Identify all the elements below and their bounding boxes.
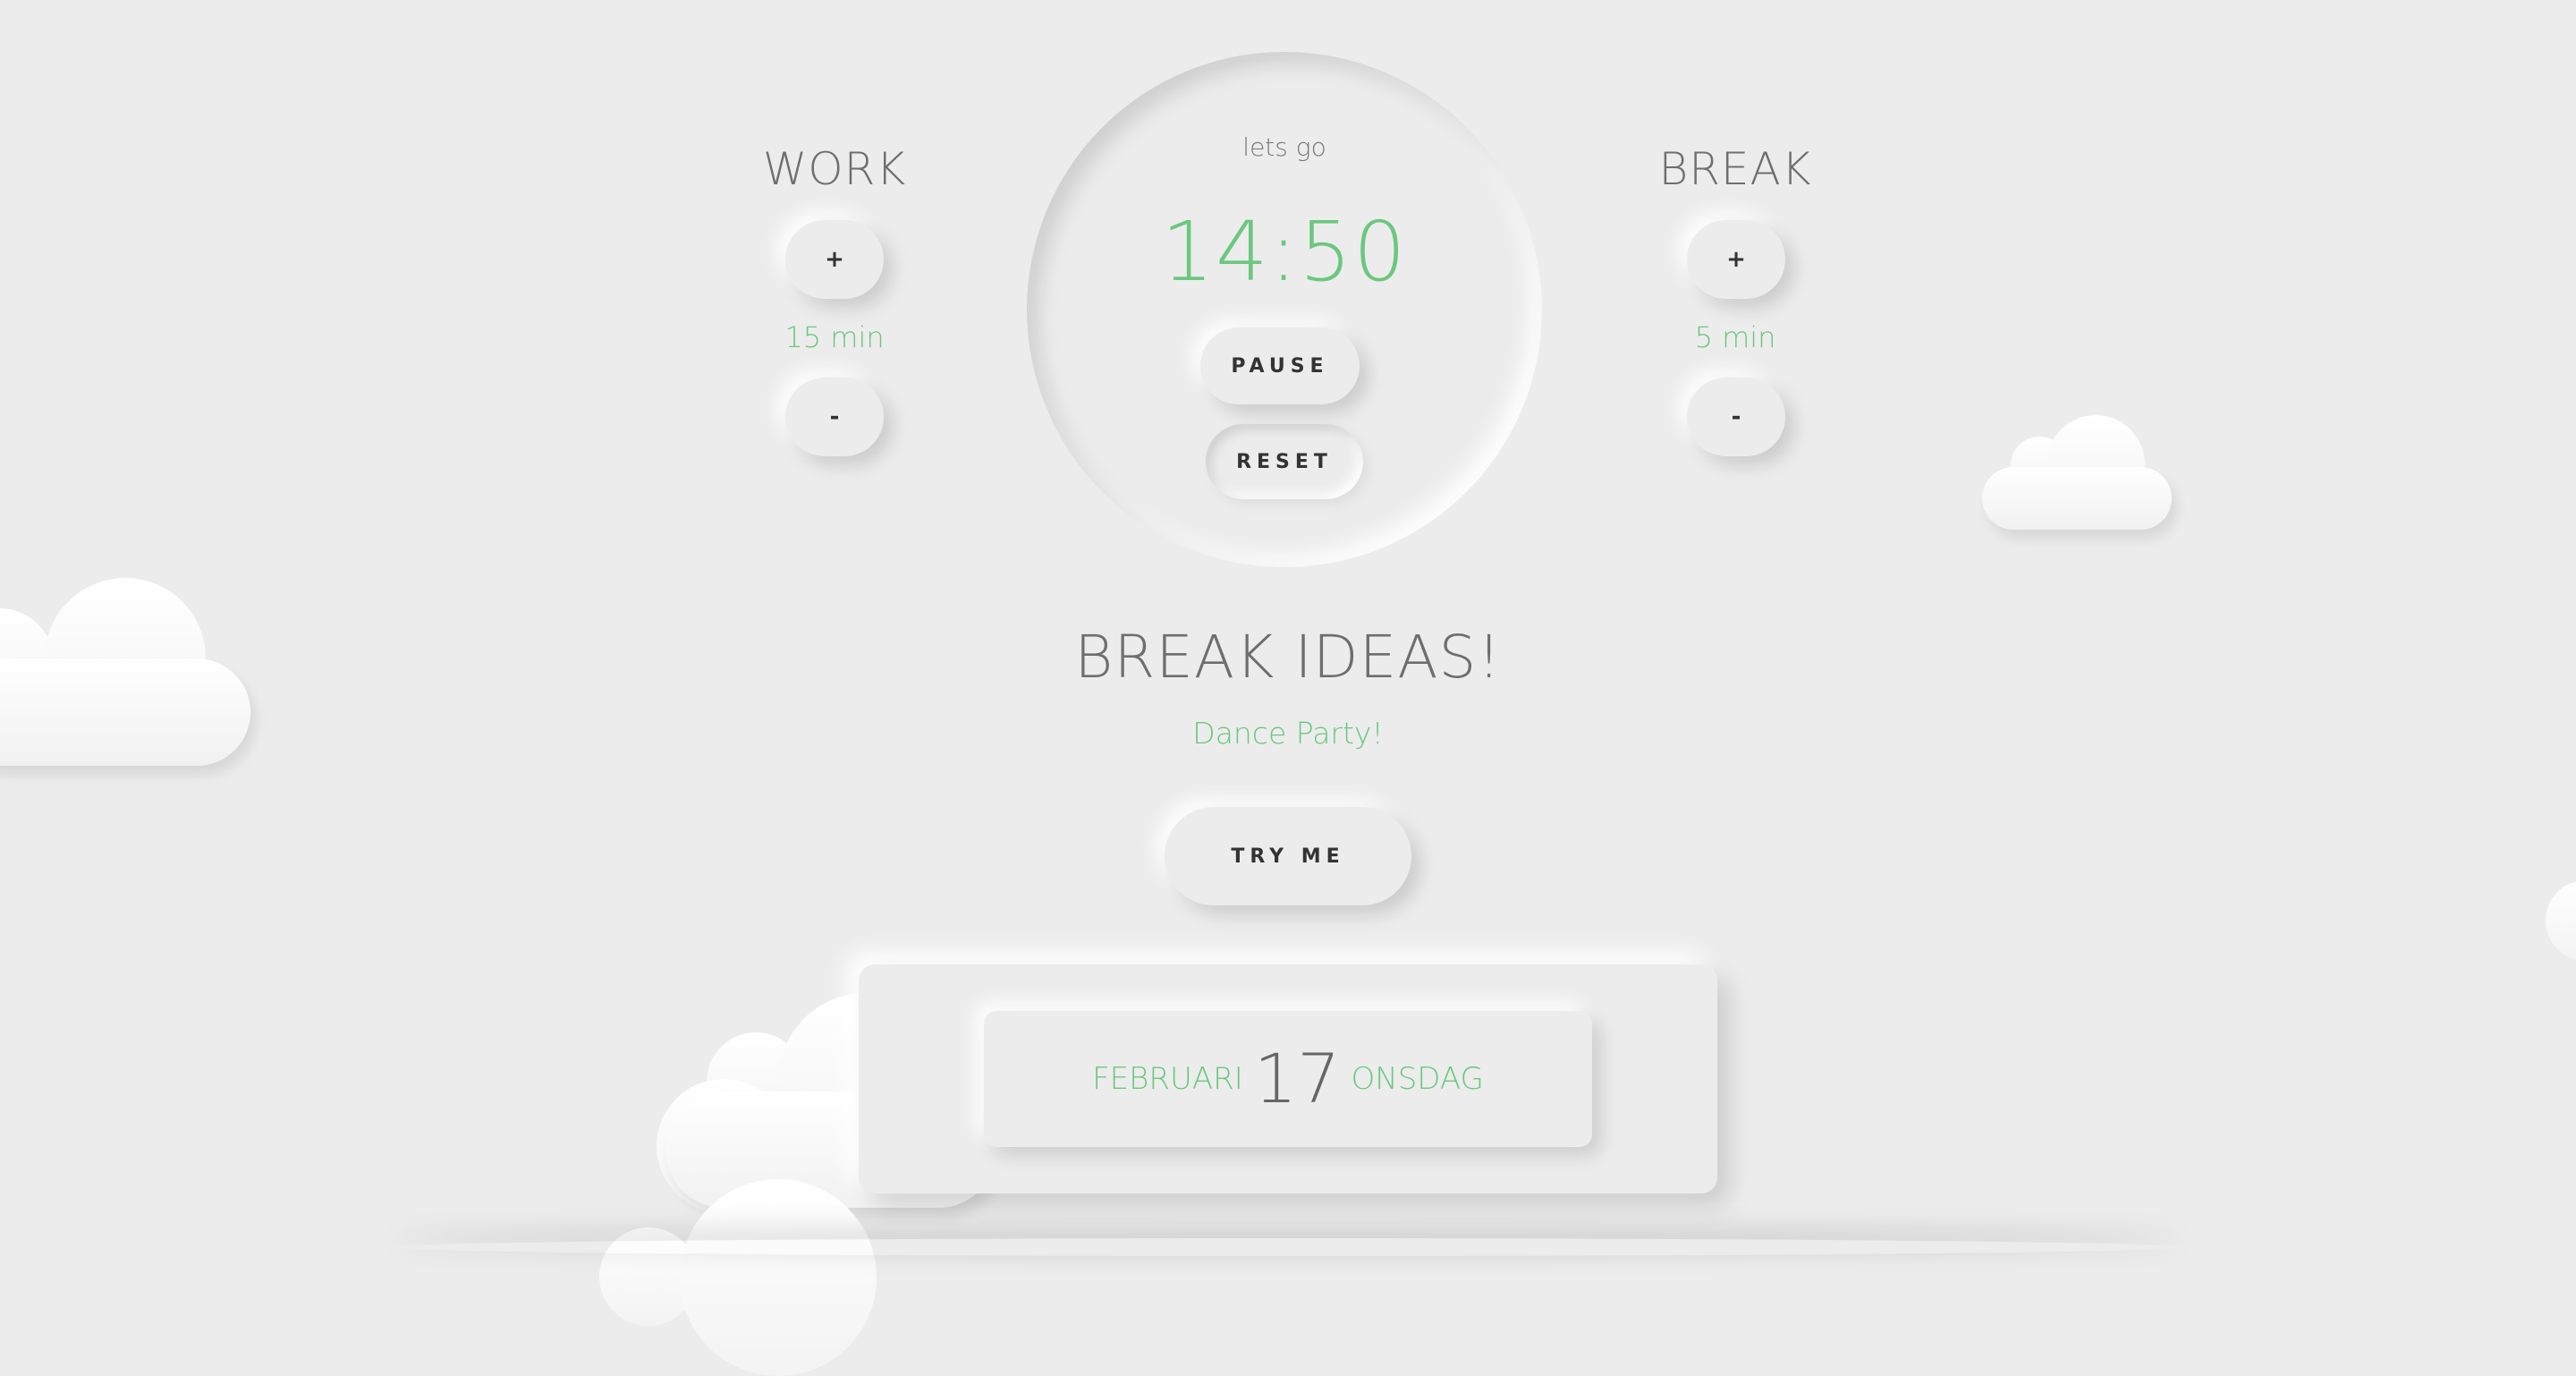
break-decrement-button[interactable]: - — [1687, 378, 1785, 456]
pause-button[interactable]: PAUSE — [1200, 327, 1360, 404]
cloud-edge-right — [2546, 880, 2576, 970]
break-duration: 5 min — [1694, 320, 1776, 354]
reset-button[interactable]: RESET — [1206, 424, 1363, 499]
break-idea-text: Dance Party! — [1192, 716, 1384, 751]
cloud-bottom-small — [599, 1177, 886, 1376]
break-title: BREAK — [1658, 143, 1812, 195]
date-weekday: ONSDAG — [1351, 1061, 1484, 1097]
work-duration: 15 min — [784, 320, 885, 354]
date-display: FEBRUARI 17 ONSDAG — [984, 1011, 1592, 1147]
break-increment-button[interactable]: + — [1687, 220, 1785, 299]
bottom-shadow — [394, 1238, 2182, 1256]
work-decrement-button[interactable]: - — [785, 378, 884, 456]
cloud-right — [1982, 415, 2172, 531]
date-day: 17 — [1253, 1039, 1341, 1118]
date-month: FEBRUARI — [1092, 1061, 1243, 1097]
timer-countdown: 14:50 — [1161, 204, 1408, 300]
work-title: WORK — [762, 143, 907, 195]
work-increment-button[interactable]: + — [785, 220, 884, 299]
try-me-button[interactable]: TRY ME — [1165, 807, 1411, 905]
break-ideas-heading: BREAK IDEAS! — [1074, 623, 1502, 692]
timer-status: lets go — [1242, 132, 1326, 162]
